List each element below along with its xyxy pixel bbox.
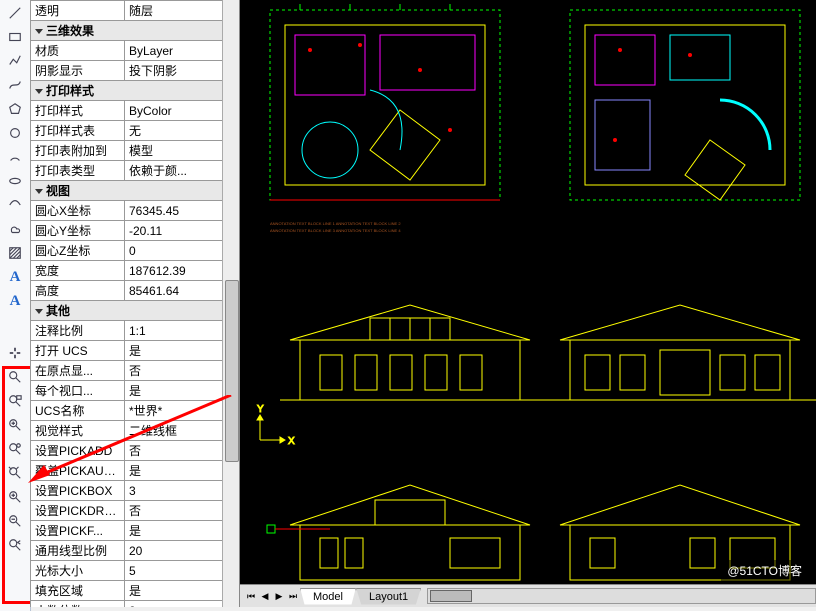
- text-single-icon[interactable]: A: [6, 268, 24, 286]
- circle-icon[interactable]: [6, 124, 24, 142]
- tab-layout1[interactable]: Layout1: [356, 588, 421, 605]
- text-multi-icon[interactable]: A: [6, 292, 24, 310]
- tab-prev-icon[interactable]: ◀: [258, 589, 272, 603]
- group-3d: 三维效果: [31, 21, 239, 41]
- panel-scrollbar[interactable]: [222, 0, 239, 607]
- svg-text:ANNOTATION TEXT BLOCK LINE 3 A: ANNOTATION TEXT BLOCK LINE 3 ANNOTATION …: [270, 228, 401, 233]
- group-view: 视图: [31, 181, 239, 201]
- prop-row: 圆心Y坐标-20.11: [31, 221, 239, 241]
- prop-row: 每个视口...是: [31, 381, 239, 401]
- prop-row: 打开 UCS是: [31, 341, 239, 361]
- line-icon[interactable]: [6, 4, 24, 22]
- prop-row: 设置PICKDRAG否: [31, 501, 239, 521]
- properties-table: 透明随层 三维效果 材质ByLayer 阴影显示投下阴影 打印样式 打印样式By…: [30, 0, 239, 607]
- tab-last-icon[interactable]: ⏭: [286, 589, 300, 603]
- curve-icon[interactable]: [6, 196, 24, 214]
- watermark: @51CTO博客: [721, 560, 808, 581]
- svg-text:Y: Y: [257, 404, 264, 415]
- prop-row: 宽度187612.39: [31, 261, 239, 281]
- prop-row: 填充区域是: [31, 581, 239, 601]
- model-tabs: ⏮ ◀ ▶ ⏭ Model Layout1: [240, 584, 816, 607]
- polygon-icon[interactable]: [6, 100, 24, 118]
- arc-icon[interactable]: [6, 148, 24, 166]
- properties-panel: 透明随层 三维效果 材质ByLayer 阴影显示投下阴影 打印样式 打印样式By…: [30, 0, 240, 607]
- prop-row: 圆心Z坐标0: [31, 241, 239, 261]
- prop-row: UCS名称*世界*: [31, 401, 239, 421]
- prop-row: 打印表附加到模型: [31, 141, 239, 161]
- group-other: 其他: [31, 301, 239, 321]
- prop-row: 在原点显...否: [31, 361, 239, 381]
- zoom-all-icon[interactable]: [6, 440, 24, 458]
- prop-row: 圆心X坐标76345.45: [31, 201, 239, 221]
- cad-drawing: ANNOTATION TEXT BLOCK LINE 1 ANNOTATION …: [240, 0, 816, 585]
- zoom-extents-icon[interactable]: [6, 368, 24, 386]
- ellipse-icon[interactable]: [6, 172, 24, 190]
- hatch-icon[interactable]: [6, 244, 24, 262]
- prop-row: 设置PICKADD否: [31, 441, 239, 461]
- zoom-in-icon[interactable]: [6, 488, 24, 506]
- prop-row: 光标大小5: [31, 561, 239, 581]
- prop-row: 打印样式ByColor: [31, 101, 239, 121]
- rect-icon[interactable]: [6, 28, 24, 46]
- cloud-icon[interactable]: [6, 220, 24, 238]
- prop-row: 设置PICKF...是: [31, 521, 239, 541]
- drawing-canvas[interactable]: ANNOTATION TEXT BLOCK LINE 1 ANNOTATION …: [240, 0, 816, 585]
- zoom-out-icon[interactable]: [6, 512, 24, 530]
- zoom-scale-icon[interactable]: [6, 464, 24, 482]
- prop-row: 设置PICKBOX3: [31, 481, 239, 501]
- prop-row: 小数位数2: [31, 601, 239, 608]
- tab-next-icon[interactable]: ▶: [272, 589, 286, 603]
- tab-model[interactable]: Model: [300, 588, 356, 605]
- prop-row: 覆盖PICKAUTO是: [31, 461, 239, 481]
- zoom-window-icon[interactable]: [6, 392, 24, 410]
- prop-row: 视觉样式二维线框: [31, 421, 239, 441]
- zoom-realtime-icon[interactable]: [6, 416, 24, 434]
- canvas-hscrollbar[interactable]: [427, 588, 816, 604]
- group-print: 打印样式: [31, 81, 239, 101]
- polyline-icon[interactable]: [6, 52, 24, 70]
- prop-row: 注释比例1:1: [31, 321, 239, 341]
- prop-row: 通用线型比例20: [31, 541, 239, 561]
- prop-row: 高度85461.64: [31, 281, 239, 301]
- pan-icon[interactable]: [6, 344, 24, 362]
- prop-row: 打印表类型依赖于颜...: [31, 161, 239, 181]
- spline-icon[interactable]: [6, 76, 24, 94]
- tab-first-icon[interactable]: ⏮: [244, 589, 258, 603]
- prop-row: 透明随层: [31, 1, 239, 21]
- prop-row: 材质ByLayer: [31, 41, 239, 61]
- zoom-previous-icon[interactable]: [6, 536, 24, 554]
- svg-text:X: X: [288, 436, 295, 447]
- draw-toolbar: A A: [0, 0, 31, 611]
- prop-row: 打印样式表无: [31, 121, 239, 141]
- svg-text:ANNOTATION TEXT BLOCK LINE 1 A: ANNOTATION TEXT BLOCK LINE 1 ANNOTATION …: [270, 221, 401, 226]
- prop-row: 阴影显示投下阴影: [31, 61, 239, 81]
